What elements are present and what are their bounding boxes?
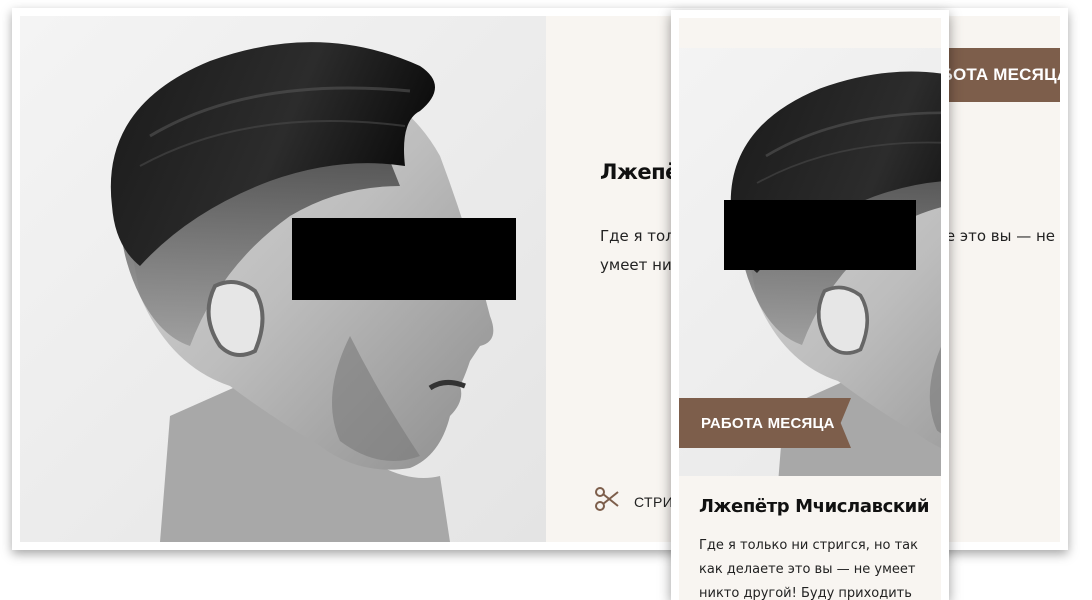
work-of-month-ribbon: РАБОТА МЕСЯЦА <box>679 398 851 448</box>
censor-bar <box>724 200 916 270</box>
review-card-mobile: РАБОТА МЕСЯЦА Лжепётр Мчиславский Где я … <box>671 10 949 600</box>
client-name: Лжепётр Мчиславский <box>699 496 930 517</box>
scissors-icon <box>594 486 620 517</box>
review-text: Где я только ни стригся, но так как дела… <box>699 538 918 600</box>
censor-bar <box>292 218 516 300</box>
client-photo <box>20 16 546 542</box>
